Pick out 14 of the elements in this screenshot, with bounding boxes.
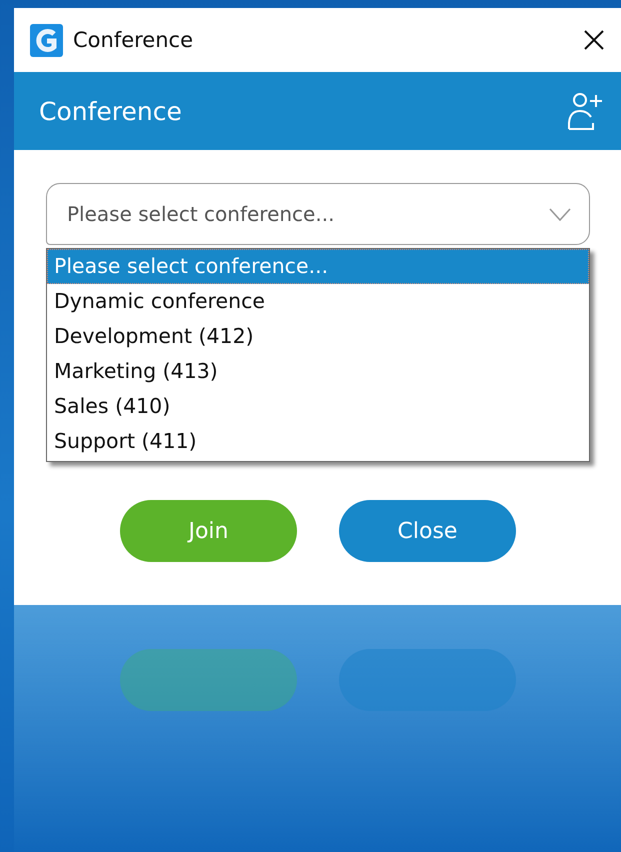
- app-logo-icon: [30, 24, 63, 56]
- close-icon[interactable]: [583, 29, 605, 51]
- dropdown-option[interactable]: Support (411): [47, 424, 589, 459]
- window-title: Conference: [73, 28, 194, 52]
- dropdown-option[interactable]: Dynamic conference: [47, 284, 589, 319]
- dropdown-option[interactable]: Please select conference...: [47, 249, 589, 284]
- dropdown-option[interactable]: Marketing (413): [47, 354, 589, 389]
- conference-select[interactable]: Please select conference...: [46, 183, 590, 245]
- close-button[interactable]: Close: [339, 500, 516, 562]
- chevron-down-icon: [549, 208, 571, 220]
- dropdown-option[interactable]: Development (412): [47, 319, 589, 354]
- add-person-icon[interactable]: [567, 91, 605, 131]
- dropdown-option[interactable]: Sales (410): [47, 389, 589, 424]
- header-title: Conference: [39, 96, 182, 126]
